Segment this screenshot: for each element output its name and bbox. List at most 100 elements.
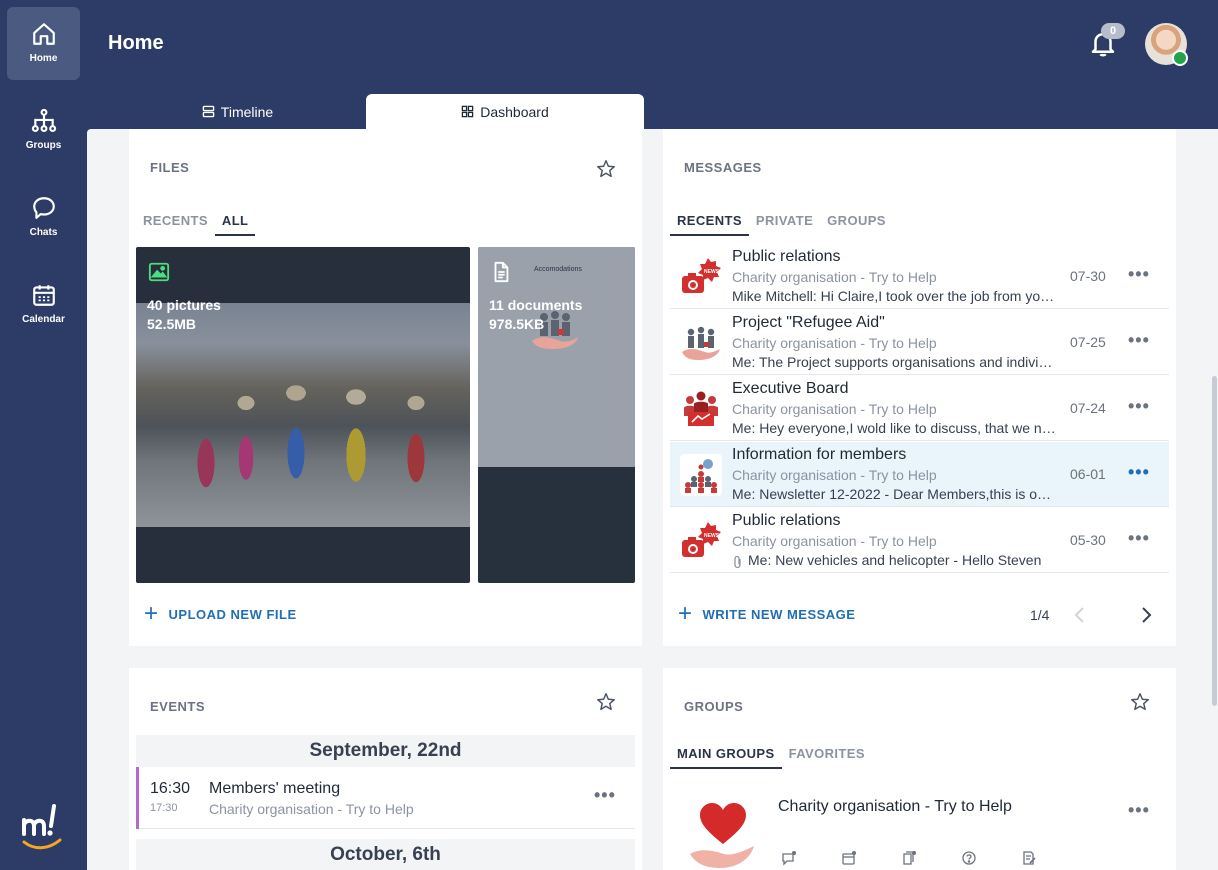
chevron-left-icon[interactable] (1073, 606, 1087, 624)
message-row[interactable]: Information for members Charity organisa… (670, 442, 1169, 507)
message-group: Charity organisation - Try to Help (732, 467, 937, 483)
group-notes-icon[interactable] (1021, 850, 1037, 866)
write-label: WRITE NEW MESSAGE (702, 606, 856, 622)
message-row[interactable]: Project "Refugee Aid" Charity organisati… (670, 310, 1169, 375)
pagination-indicator: 1/4 (1030, 607, 1050, 623)
chevron-right-icon[interactable] (1139, 606, 1153, 624)
files-card: FILES RECENTS ALL 40 pictures 52.5MB Acc… (129, 129, 642, 646)
subtab-all[interactable]: ALL (214, 213, 256, 236)
message-group: Charity organisation - Try to Help (732, 269, 937, 285)
sidebar-item-chats[interactable]: Chats (7, 181, 80, 254)
plus-icon: + (144, 600, 159, 627)
sidebar-item-label: Groups (25, 140, 62, 151)
message-preview: Me: New vehicles and helicopter - Hello … (748, 552, 1042, 568)
document-icon (494, 261, 509, 283)
message-date: 05-30 (1070, 532, 1106, 548)
news-camera-icon: NEWS (682, 522, 721, 557)
tab-label: Dashboard (480, 103, 549, 120)
more-options-icon[interactable]: ••• (1128, 528, 1150, 549)
star-icon[interactable] (595, 158, 617, 180)
refugee-aid-icon (682, 326, 720, 360)
dashboard-content: FILES RECENTS ALL 40 pictures 52.5MB Acc… (87, 129, 1218, 870)
svg-text:NEWS: NEWS (704, 533, 720, 539)
star-icon[interactable] (595, 691, 617, 713)
scrollbar[interactable] (1212, 376, 1217, 706)
message-title: Information for members (732, 446, 907, 463)
group-files-icon[interactable] (901, 850, 917, 866)
subtab-private[interactable]: PRIVATE (749, 213, 820, 236)
event-color-bar (136, 767, 139, 829)
more-options-icon[interactable]: ••• (594, 785, 616, 806)
more-options-icon[interactable]: ••• (1128, 800, 1150, 821)
card-title: GROUPS (684, 699, 744, 714)
more-options-icon[interactable]: ••• (1128, 264, 1150, 285)
star-icon[interactable] (1129, 691, 1151, 713)
members-info-icon (680, 454, 722, 496)
file-count: 40 pictures (147, 297, 221, 313)
message-preview: Me: Newsletter 12-2022 - Dear Members,th… (732, 486, 1056, 502)
message-group: Charity organisation - Try to Help (732, 533, 937, 549)
subtab-recents[interactable]: RECENTS (136, 213, 215, 236)
file-size: 978.5KB (489, 316, 545, 332)
event-title: Members' meeting (209, 780, 341, 797)
tab-dashboard[interactable]: Dashboard (366, 94, 644, 129)
group-calendar-icon[interactable] (841, 850, 857, 866)
sidebar-item-label: Chats (29, 227, 58, 238)
message-title: Project "Refugee Aid" (732, 314, 885, 331)
more-options-icon[interactable]: ••• (1128, 396, 1150, 417)
group-quick-actions (781, 850, 1037, 866)
message-group: Charity organisation - Try to Help (732, 401, 937, 417)
sidebar-item-groups[interactable]: Groups (7, 94, 80, 167)
groups-card: GROUPS MAIN GROUPS FAVORITES Charity org… (663, 668, 1176, 870)
message-row[interactable]: Executive Board Charity organisation - T… (670, 376, 1169, 441)
calendar-icon (32, 285, 55, 306)
group-help-icon[interactable] (961, 850, 977, 866)
file-size: 52.5MB (147, 316, 197, 332)
event-start-time: 16:30 (150, 780, 191, 797)
image-icon (148, 262, 170, 282)
documents-folder-tile[interactable]: Accomodations 11 documents 978.5KB (478, 247, 635, 583)
message-date: 06-01 (1070, 466, 1106, 482)
thumbnail-caption: Accomodations (534, 266, 582, 273)
group-name[interactable]: Charity organisation - Try to Help (778, 798, 1012, 816)
subtab-recents[interactable]: RECENTS (670, 213, 749, 236)
message-preview: Me: Hey everyone,I wold like to discuss,… (732, 420, 1056, 436)
messages-card: MESSAGES RECENTS PRIVATE GROUPS NEWS Pub… (663, 129, 1176, 646)
message-date: 07-25 (1070, 334, 1106, 350)
message-title: Public relations (732, 248, 841, 265)
sidebar-item-label: Calendar (22, 314, 65, 325)
event-end-time: 17:30 (150, 802, 178, 814)
message-title: Executive Board (732, 380, 849, 397)
more-options-icon[interactable]: ••• (1128, 462, 1150, 483)
subtab-favorites[interactable]: FAVORITES (782, 746, 872, 769)
brand-logo (22, 804, 62, 850)
upload-label: UPLOAD NEW FILE (168, 606, 297, 622)
attachment-icon (734, 555, 741, 569)
tab-timeline[interactable]: Timeline (110, 94, 365, 129)
event-row[interactable]: 16:30 17:30 Members' meeting Charity org… (136, 767, 635, 829)
more-options-icon[interactable]: ••• (1128, 330, 1150, 351)
card-title: MESSAGES (684, 160, 762, 175)
notification-badge: 0 (1101, 23, 1125, 39)
timeline-icon (202, 105, 215, 118)
upload-new-file-button[interactable]: + UPLOAD NEW FILE (144, 600, 297, 627)
sidebar-item-calendar[interactable]: Calendar (7, 268, 80, 341)
message-preview: Me: The Project supports organisations a… (732, 354, 1056, 370)
subtab-groups[interactable]: GROUPS (820, 213, 893, 236)
pictures-folder-tile[interactable]: 40 pictures 52.5MB (136, 247, 470, 583)
page-title: Home (108, 32, 164, 54)
event-group: Charity organisation - Try to Help (209, 801, 414, 817)
subtab-main-groups[interactable]: MAIN GROUPS (670, 746, 782, 769)
charity-heart-logo (690, 803, 754, 868)
executive-board-icon (684, 391, 718, 426)
group-chat-icon[interactable] (781, 850, 797, 866)
message-row[interactable]: NEWS Public relations Charity organisati… (670, 244, 1169, 309)
plus-icon: + (678, 600, 693, 627)
events-card: EVENTS September, 22nd 16:30 17:30 Membe… (129, 668, 642, 870)
sidebar-item-home[interactable]: Home (7, 7, 80, 80)
message-title: Public relations (732, 512, 841, 529)
write-new-message-button[interactable]: + WRITE NEW MESSAGE (678, 600, 856, 627)
groups-icon (31, 108, 56, 133)
message-row[interactable]: NEWS Public relations Charity organisati… (670, 508, 1169, 573)
chat-icon (32, 197, 55, 219)
